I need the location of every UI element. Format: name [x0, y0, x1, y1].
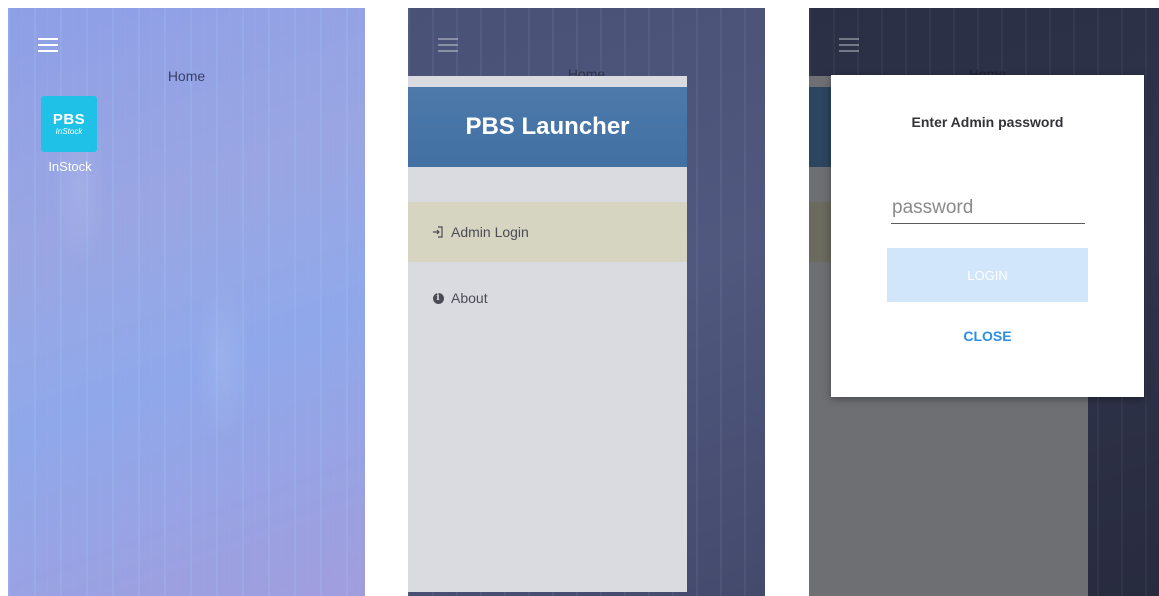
drawer-item-about[interactable]: i About [408, 268, 687, 328]
app-label: InStock [48, 159, 92, 174]
dialog-title: Enter Admin password [911, 114, 1064, 130]
app-logo-text: PBS [52, 110, 86, 128]
drawer-screen: Home PBS Launcher Admin Login i About [408, 8, 765, 596]
drawer-item-label: Admin Login [451, 224, 529, 240]
dimmed-drawer-item [809, 202, 831, 262]
admin-password-dialog: Enter Admin password LOGIN CLOSE [831, 75, 1144, 397]
drawer-item-admin-login[interactable]: Admin Login [408, 202, 687, 262]
login-icon [431, 225, 445, 239]
drawer-title: PBS Launcher [465, 113, 630, 140]
info-icon: i [431, 291, 445, 305]
home-screen: Home PBS InStock InStock [8, 8, 365, 596]
admin-dialog-screen: Home Enter Admin password LOGIN CLOSE [809, 8, 1159, 596]
drawer-header: PBS Launcher [408, 87, 687, 167]
menu-icon[interactable] [438, 38, 458, 52]
app-tile-instock[interactable]: PBS InStock InStock [41, 96, 99, 174]
login-button[interactable]: LOGIN [887, 248, 1088, 302]
instock-app-icon[interactable]: PBS InStock [41, 96, 97, 152]
menu-icon[interactable] [38, 38, 58, 52]
drawer-item-label: About [451, 290, 488, 306]
navigation-drawer: PBS Launcher Admin Login i About [408, 76, 687, 592]
close-button[interactable]: CLOSE [887, 318, 1088, 354]
menu-icon [839, 38, 859, 52]
dimmed-drawer-header [809, 87, 831, 167]
password-field[interactable] [891, 193, 1085, 224]
app-logo-subtext: InStock [55, 126, 83, 136]
page-title: Home [167, 68, 206, 84]
